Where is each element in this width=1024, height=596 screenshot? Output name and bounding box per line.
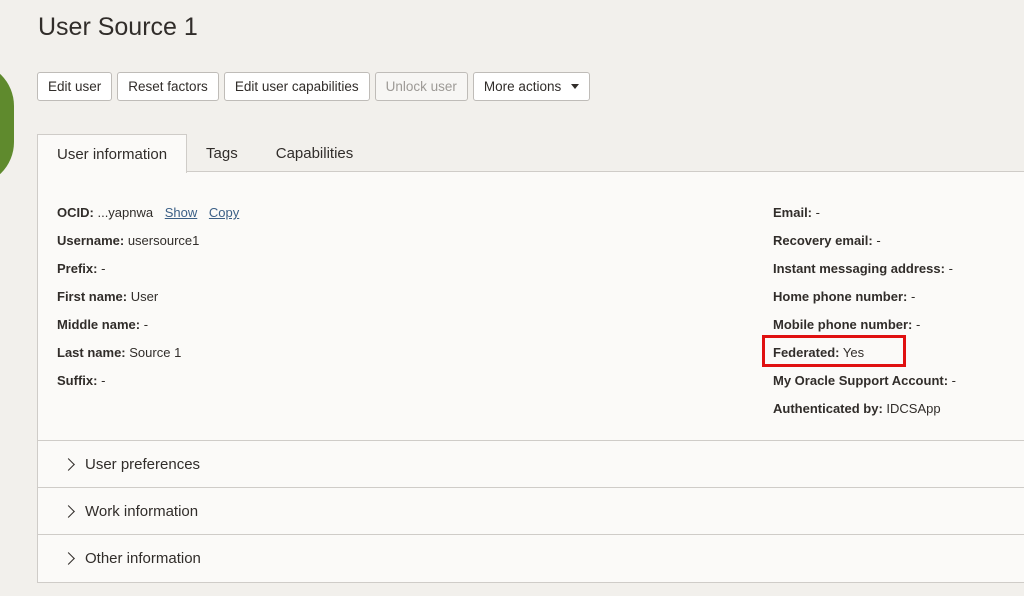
field-label: Middle name: (57, 317, 141, 332)
field-label: Recovery email: (773, 233, 873, 248)
avatar (0, 62, 14, 186)
reset-factors-button[interactable]: Reset factors (117, 72, 219, 101)
unlock-user-button: Unlock user (374, 72, 468, 101)
info-left-column: OCID: ...yapnwa Show Copy Username: user… (57, 205, 239, 401)
prefix-row: Prefix: - (57, 261, 239, 289)
field-value: ...yapnwa (97, 205, 154, 220)
instant-messaging-row: Instant messaging address: - (773, 261, 956, 289)
username-row: Username: usersource1 (57, 233, 239, 261)
field-label: Username: (57, 233, 125, 248)
field-label: Authenticated by: (773, 401, 883, 416)
email-row: Email: - (773, 205, 956, 233)
section-label: Other information (85, 549, 201, 567)
ocid-copy-link[interactable]: Copy (209, 205, 239, 220)
section-label: User preferences (85, 455, 201, 473)
middle-name-row: Middle name: - (57, 317, 239, 345)
field-value: - (910, 289, 916, 304)
field-value: - (101, 373, 106, 388)
field-value: - (916, 317, 921, 332)
section-label: Work information (85, 502, 199, 520)
authenticated-by-row: Authenticated by: IDCSApp (773, 401, 956, 429)
first-name-row: First name: User (57, 289, 239, 317)
federated-highlight-box (762, 335, 906, 367)
field-label: Instant messaging address: (773, 261, 945, 276)
field-value: IDCSApp (886, 401, 941, 416)
edit-user-button[interactable]: Edit user (37, 72, 113, 101)
ocid-show-link[interactable]: Show (165, 205, 198, 220)
recovery-email-row: Recovery email: - (773, 233, 956, 261)
field-value: - (101, 261, 106, 276)
field-value: Source 1 (129, 345, 182, 360)
field-value: - (876, 233, 881, 248)
ocid-row: OCID: ...yapnwa Show Copy (57, 205, 239, 233)
page-title: User Source 1 (38, 13, 198, 41)
field-value: usersource1 (127, 233, 200, 248)
last-name-row: Last name: Source 1 (57, 345, 239, 373)
field-label: Last name: (57, 345, 126, 360)
field-label: Suffix: (57, 373, 98, 388)
section-other-information[interactable]: Other information (38, 534, 1024, 581)
chevron-right-icon (62, 457, 75, 471)
edit-user-capabilities-button[interactable]: Edit user capabilities (223, 72, 370, 101)
field-label: OCID: (57, 205, 94, 220)
chevron-right-icon (62, 551, 75, 565)
field-value: - (948, 261, 953, 276)
tab-tags[interactable]: Tags (187, 134, 257, 172)
field-value: - (815, 205, 820, 220)
chevron-right-icon (62, 504, 75, 518)
field-label: Email: (773, 205, 813, 220)
field-label: Prefix: (57, 261, 98, 276)
more-actions-button[interactable]: More actions (472, 72, 591, 101)
action-toolbar: Edit user Reset factors Edit user capabi… (37, 72, 591, 101)
suffix-row: Suffix: - (57, 373, 239, 401)
info-right-column: Email: - Recovery email: - Instant messa… (773, 205, 956, 429)
field-value: - (143, 317, 149, 332)
more-actions-label: More actions (483, 79, 562, 94)
field-label: My Oracle Support Account: (773, 373, 949, 388)
section-user-preferences[interactable]: User preferences (38, 440, 1024, 487)
field-label: Home phone number: (773, 289, 908, 304)
user-information-panel: OCID: ...yapnwa Show Copy Username: user… (37, 171, 1024, 583)
tab-capabilities[interactable]: Capabilities (257, 134, 373, 172)
field-label: Mobile phone number: (773, 317, 913, 332)
oracle-support-account-row: My Oracle Support Account: - (773, 373, 956, 401)
field-label: First name: (57, 289, 128, 304)
caret-down-icon (571, 84, 580, 89)
home-phone-row: Home phone number: - (773, 289, 956, 317)
field-value: User (130, 289, 159, 304)
tab-bar: User information Tags Capabilities (37, 134, 373, 173)
section-work-information[interactable]: Work information (38, 487, 1024, 534)
tab-user-information[interactable]: User information (37, 134, 188, 173)
field-value: - (951, 373, 957, 388)
